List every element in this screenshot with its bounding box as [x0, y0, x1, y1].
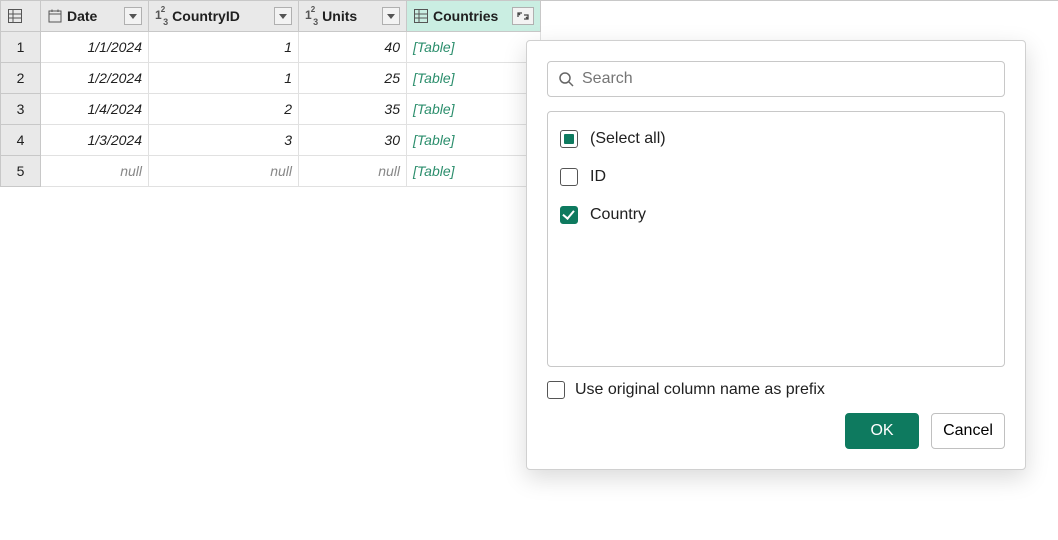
cell-countryid[interactable]: 1 [149, 63, 299, 94]
popup-button-row: OK Cancel [547, 413, 1005, 449]
row-number[interactable]: 5 [1, 156, 41, 187]
cell-units[interactable]: 35 [299, 94, 407, 125]
cell-units[interactable]: 30 [299, 125, 407, 156]
expand-button-countries[interactable] [512, 7, 534, 25]
expand-column-popup: (Select all) ID Country Use original col… [526, 40, 1026, 470]
cell-countryid[interactable]: null [149, 156, 299, 187]
calendar-icon [47, 8, 63, 24]
search-input[interactable] [582, 70, 994, 88]
cell-countries[interactable]: [Table] [407, 156, 541, 187]
option-country[interactable]: Country [548, 196, 1004, 234]
cell-date[interactable]: null [41, 156, 149, 187]
option-select-all[interactable]: (Select all) [548, 120, 1004, 158]
table-icon [7, 8, 23, 24]
checkbox-use-prefix[interactable] [547, 381, 565, 399]
column-header-units[interactable]: 123 Units [299, 1, 407, 32]
checkbox-id[interactable] [560, 168, 578, 186]
option-label: Country [590, 206, 646, 224]
cancel-button[interactable]: Cancel [931, 413, 1005, 449]
cell-date[interactable]: 1/1/2024 [41, 32, 149, 63]
cell-countries[interactable]: [Table] [407, 94, 541, 125]
option-label: (Select all) [590, 130, 666, 148]
row-number[interactable]: 2 [1, 63, 41, 94]
cell-countries[interactable]: [Table] [407, 63, 541, 94]
number-type-icon: 123 [155, 1, 168, 32]
cell-date[interactable]: 1/4/2024 [41, 94, 149, 125]
filter-button-countryid[interactable] [274, 7, 292, 25]
cell-date[interactable]: 1/2/2024 [41, 63, 149, 94]
cell-countryid[interactable]: 1 [149, 32, 299, 63]
column-label: Countries [433, 1, 508, 32]
row-header-corner[interactable] [1, 1, 41, 32]
expand-icon [515, 10, 531, 22]
checkbox-select-all[interactable] [560, 130, 578, 148]
row-number[interactable]: 3 [1, 94, 41, 125]
column-label: Units [322, 1, 378, 32]
cell-units[interactable]: 25 [299, 63, 407, 94]
table-icon [413, 8, 429, 24]
filter-button-date[interactable] [124, 7, 142, 25]
column-label: CountryID [172, 1, 270, 32]
cell-units[interactable]: 40 [299, 32, 407, 63]
checkbox-country[interactable] [560, 206, 578, 224]
filter-button-units[interactable] [382, 7, 400, 25]
number-type-icon: 123 [305, 1, 318, 32]
use-prefix-label: Use original column name as prefix [575, 381, 825, 399]
column-options-list: (Select all) ID Country [547, 111, 1005, 367]
cell-countries[interactable]: [Table] [407, 32, 541, 63]
column-header-countryid[interactable]: 123 CountryID [149, 1, 299, 32]
cell-date[interactable]: 1/3/2024 [41, 125, 149, 156]
cell-units[interactable]: null [299, 156, 407, 187]
search-field[interactable] [547, 61, 1005, 97]
cell-countryid[interactable]: 2 [149, 94, 299, 125]
use-prefix-option[interactable]: Use original column name as prefix [547, 381, 1005, 399]
column-header-countries[interactable]: Countries [407, 1, 541, 32]
column-label: Date [67, 1, 120, 32]
cell-countryid[interactable]: 3 [149, 125, 299, 156]
cell-countries[interactable]: [Table] [407, 125, 541, 156]
option-label: ID [590, 168, 606, 186]
ok-button[interactable]: OK [845, 413, 919, 449]
row-number[interactable]: 4 [1, 125, 41, 156]
option-id[interactable]: ID [548, 158, 1004, 196]
column-header-date[interactable]: Date [41, 1, 149, 32]
row-number[interactable]: 1 [1, 32, 41, 63]
search-icon [558, 71, 574, 87]
